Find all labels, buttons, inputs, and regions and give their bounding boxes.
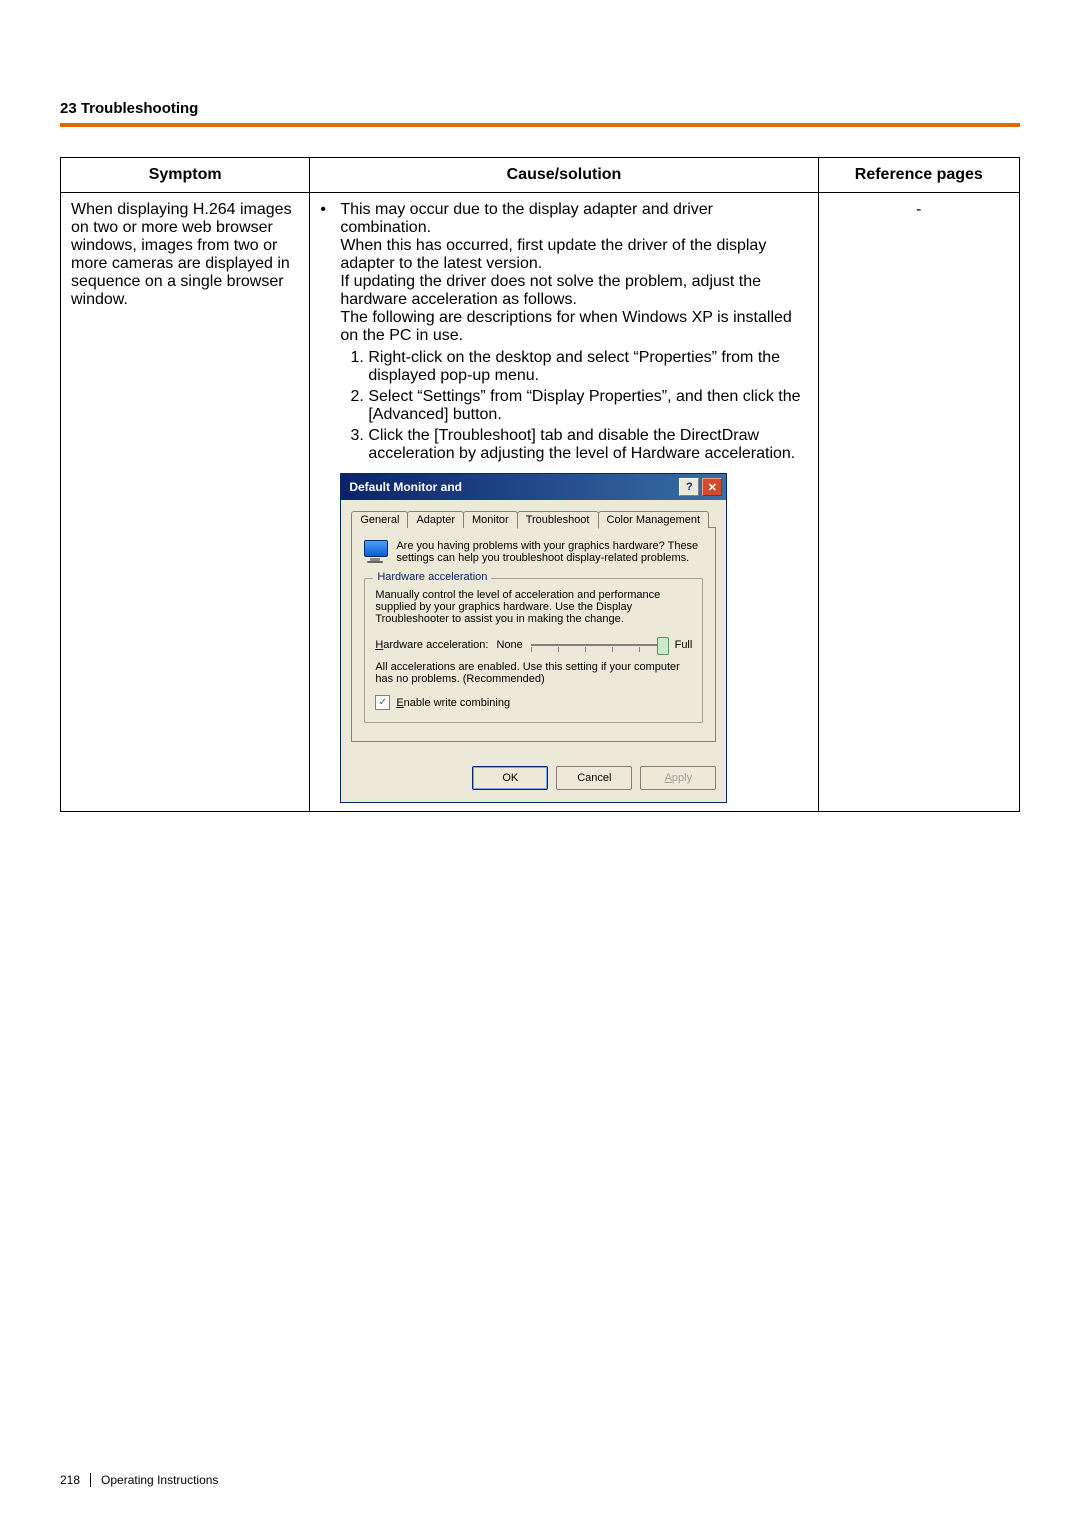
apply-button[interactable]: ApplyApply bbox=[640, 766, 716, 790]
step-item: Click the [Troubleshoot] tab and disable… bbox=[368, 427, 807, 463]
xp-properties-dialog: Default Monitor and ? ✕ bbox=[340, 473, 727, 803]
table-row: When displaying H.264 images on two or m… bbox=[61, 193, 1020, 812]
step-item: Select “Settings” from “Display Properti… bbox=[368, 388, 807, 424]
dialog-title-prefix: Default Monitor and bbox=[349, 480, 462, 494]
slider-label: HHardware acceleration:ardware accelerat… bbox=[375, 639, 488, 651]
fieldset-legend: Hardware acceleration bbox=[373, 571, 491, 583]
slider-max-label: Full bbox=[675, 639, 693, 651]
section-header: 23 Troubleshooting bbox=[60, 100, 1020, 127]
tab-troubleshoot[interactable]: Troubleshoot bbox=[517, 511, 599, 529]
cancel-button[interactable]: Cancel bbox=[556, 766, 632, 790]
slider-min-label: None bbox=[496, 639, 522, 651]
dialog-intro-text: Are you having problems with your graphi… bbox=[396, 540, 703, 564]
steps-list: Right-click on the desktop and select “P… bbox=[340, 349, 807, 463]
tab-adapter[interactable]: Adapter bbox=[407, 511, 464, 528]
help-icon[interactable]: ? bbox=[679, 478, 699, 496]
hardware-acceleration-group: Hardware acceleration Manually control t… bbox=[364, 578, 703, 723]
enable-write-combining-checkbox[interactable]: ✓ bbox=[375, 695, 390, 710]
tab-general[interactable]: General bbox=[351, 511, 408, 528]
acceleration-status-text: All accelerations are enabled. Use this … bbox=[375, 661, 692, 685]
bullet-icon: • bbox=[320, 201, 340, 803]
xp-tabstrip: General Adapter Monitor Troubleshoot Col… bbox=[351, 511, 716, 528]
tab-monitor[interactable]: Monitor bbox=[463, 511, 518, 528]
checkbox-label: Enable write combiningEnable write combi… bbox=[396, 697, 510, 709]
monitor-icon bbox=[364, 540, 386, 560]
footer-doc-title: Operating Instructions bbox=[101, 1473, 218, 1487]
dialog-action-bar: OK Cancel ApplyApply bbox=[341, 756, 726, 802]
step-item: Right-click on the desktop and select “P… bbox=[368, 349, 807, 385]
xp-tab-panel: Are you having problems with your graphi… bbox=[351, 527, 716, 742]
acceleration-slider[interactable] bbox=[531, 635, 667, 655]
close-icon[interactable]: ✕ bbox=[702, 478, 722, 496]
col-reference: Reference pages bbox=[818, 158, 1019, 193]
ok-button[interactable]: OK bbox=[472, 766, 548, 790]
col-symptom: Symptom bbox=[61, 158, 310, 193]
troubleshooting-table: Symptom Cause/solution Reference pages W… bbox=[60, 157, 1020, 812]
cause-intro-text: This may occur due to the display adapte… bbox=[340, 201, 807, 345]
page-number: 218 bbox=[60, 1473, 91, 1487]
reference-cell: - bbox=[818, 193, 1019, 812]
col-cause: Cause/solution bbox=[310, 158, 818, 193]
document-page: 23 Troubleshooting Symptom Cause/solutio… bbox=[0, 0, 1080, 1527]
page-footer: 218 Operating Instructions bbox=[60, 1473, 218, 1487]
cause-cell: • This may occur due to the display adap… bbox=[310, 193, 818, 812]
fieldset-description: Manually control the level of accelerati… bbox=[375, 589, 692, 625]
slider-thumb-icon[interactable] bbox=[657, 637, 669, 655]
xp-titlebar: Default Monitor and ? ✕ bbox=[341, 474, 726, 500]
tab-color-management[interactable]: Color Management bbox=[598, 511, 710, 528]
table-header-row: Symptom Cause/solution Reference pages bbox=[61, 158, 1020, 193]
symptom-cell: When displaying H.264 images on two or m… bbox=[61, 193, 310, 812]
